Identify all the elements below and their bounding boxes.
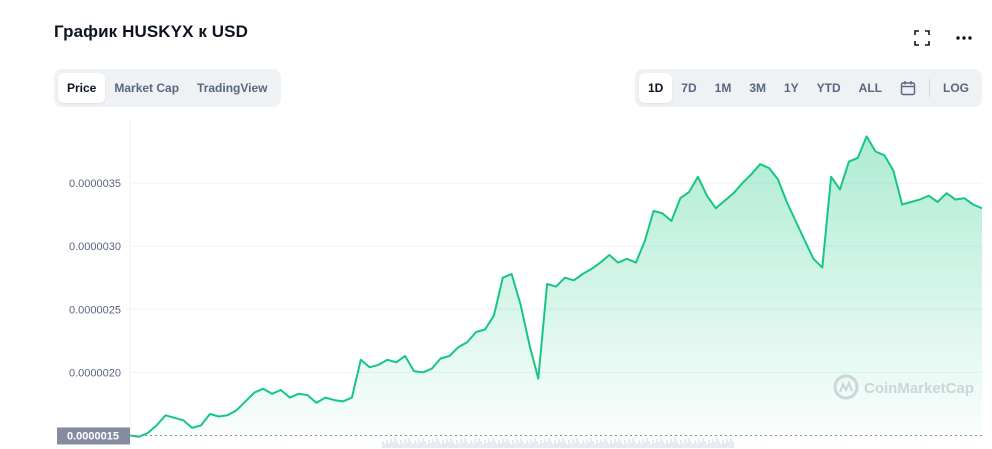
y-tick-label: 0.0000020 [69,367,121,379]
price-chart: 0.0000020 0.0000025 0.0000030 0.0000035 0.0… [57,120,983,448]
current-price-label: 0.0000015 [67,430,119,442]
y-axis-labels: 0.0000020 0.0000025 0.0000030 0.0000035 [69,178,121,379]
y-tick-label: 0.0000025 [69,304,121,316]
watermark-text: CoinMarketCap [864,380,974,397]
y-tick-label: 0.0000030 [69,241,121,253]
y-tick-label: 0.0000035 [69,178,121,190]
